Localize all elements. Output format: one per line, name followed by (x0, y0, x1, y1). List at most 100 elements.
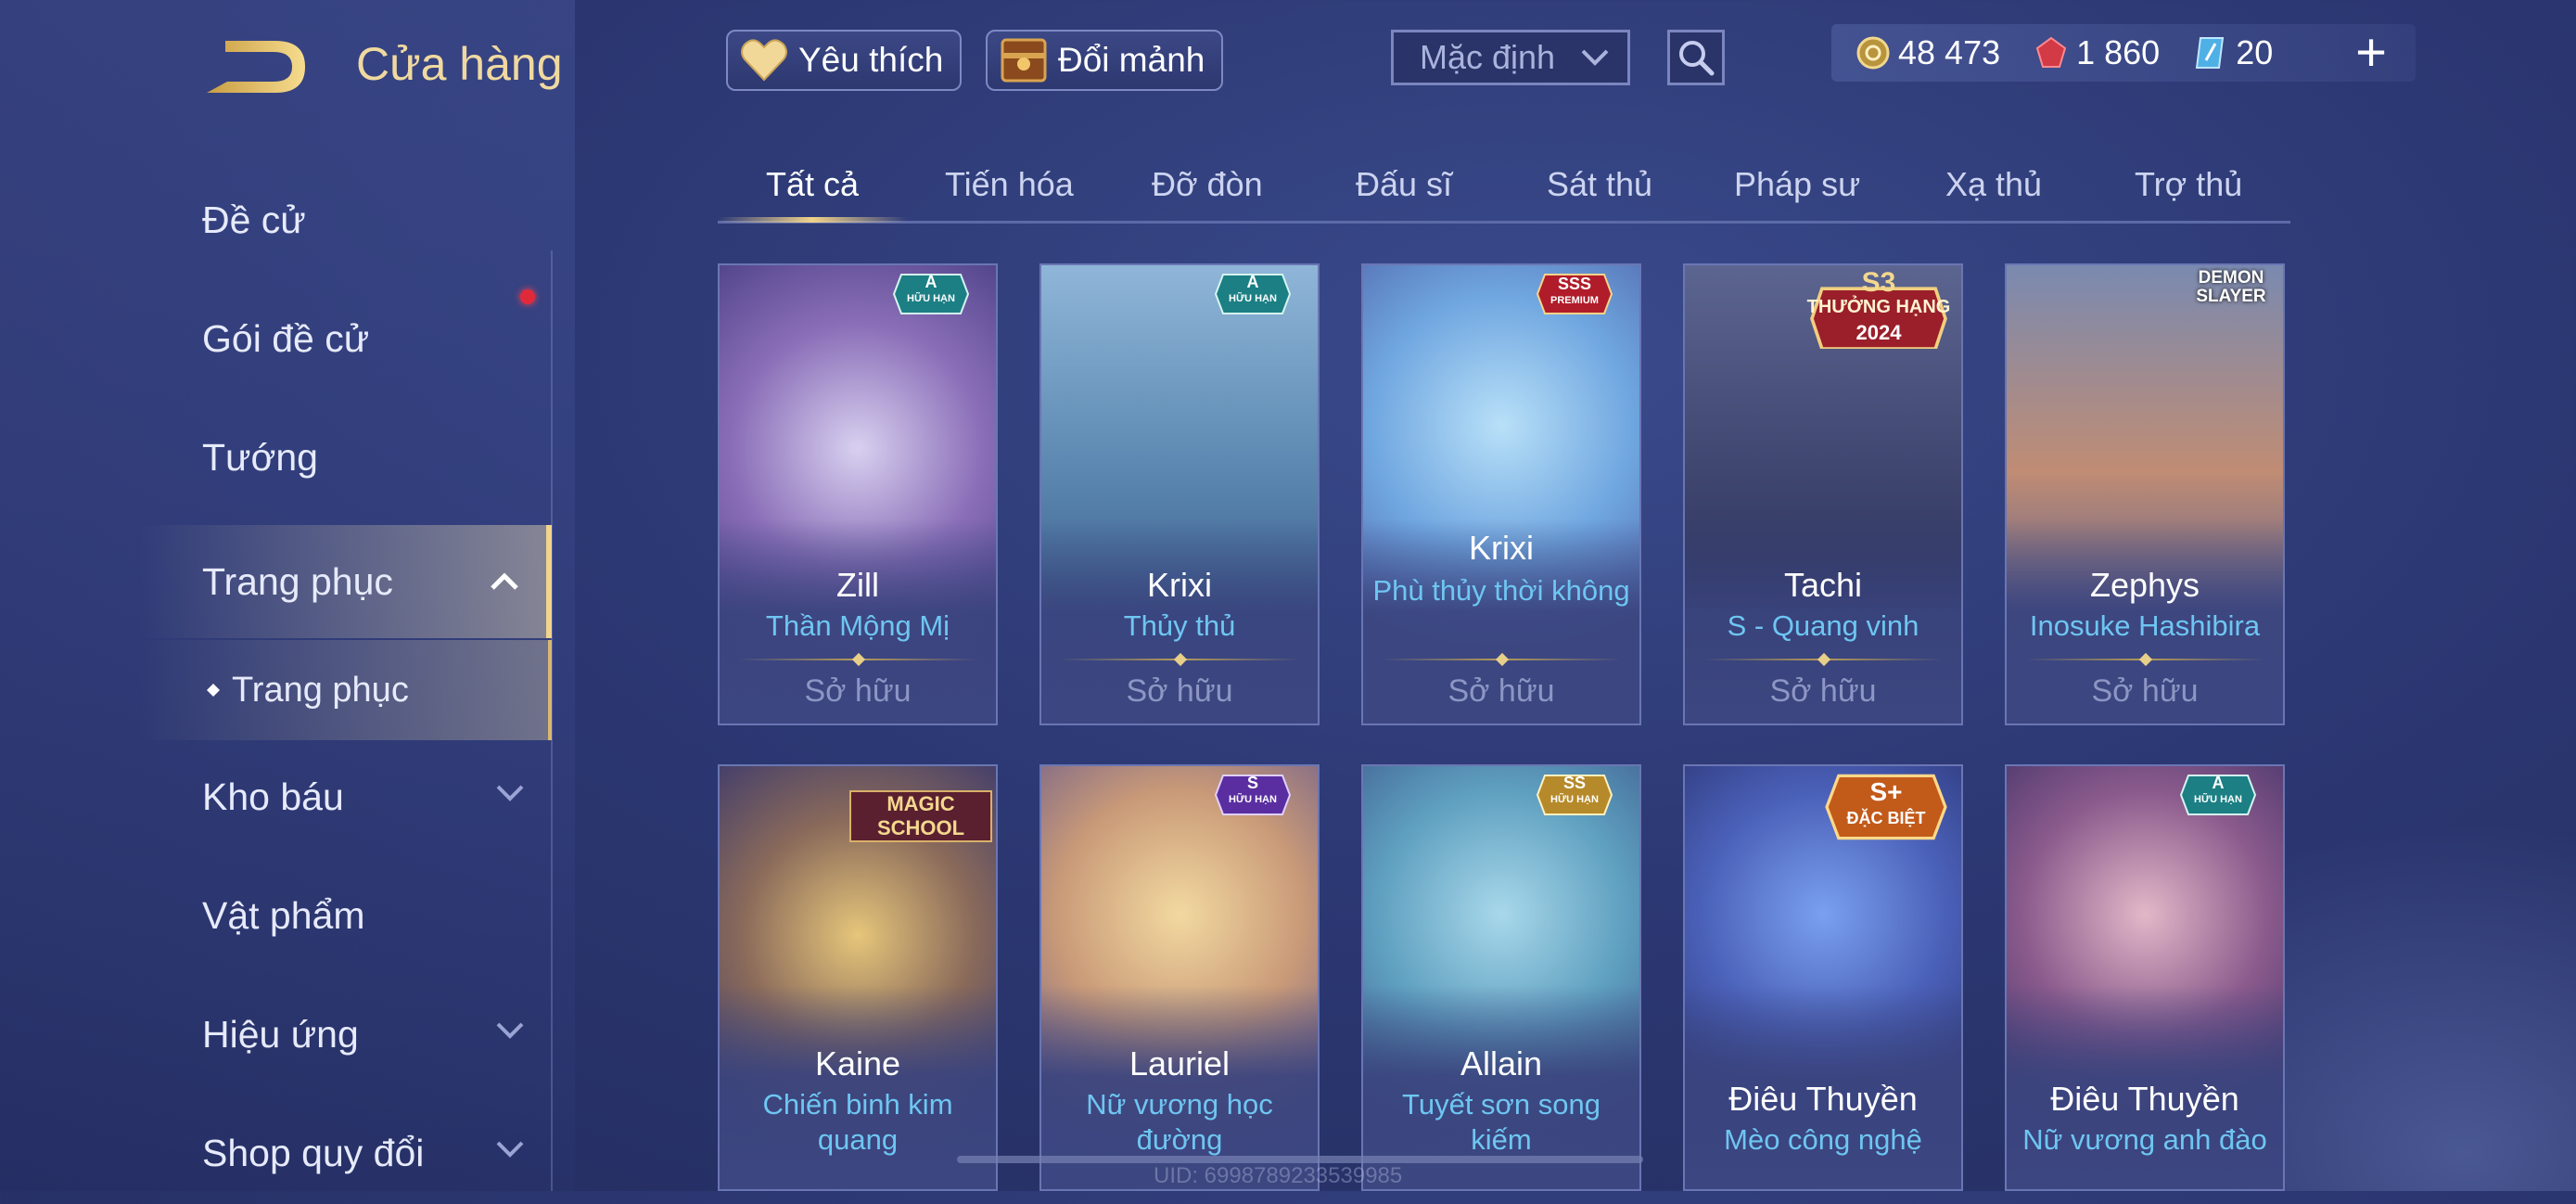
currency-bar: 48 473 1 860 20 (1831, 24, 2416, 82)
hero-name: Krixi (1147, 566, 1212, 604)
tab-tank[interactable]: Đỡ đòn (1152, 165, 1263, 204)
gem-amount: 1 860 (2076, 33, 2161, 71)
skin-card[interactable]: MAGIC SCHOOL Kaine Chiến binh kim quang (718, 764, 998, 1191)
exchange-shards-button[interactable]: Đổi mảnh (986, 30, 1224, 91)
chevron-down-icon (1581, 49, 1609, 66)
favorite-label: Yêu thích (798, 41, 944, 79)
heart-icon (741, 39, 787, 82)
hero-name: Zephys (2089, 566, 2200, 604)
search-button[interactable] (1667, 30, 1725, 85)
sidebar-item-label: Vật phẩm (202, 893, 365, 937)
skin-card[interactable]: A HỮU HẠN Zill Thần Mộng Mị Sở hữu (718, 263, 998, 725)
hero-name: Allain (1460, 1044, 1543, 1082)
gold-amount: 48 473 (1898, 33, 2001, 71)
badge-logo: MAGIC SCHOOL (849, 790, 992, 842)
badge-sub: PREMIUM (1550, 295, 1599, 306)
skin-name: Thủy thủ (1123, 609, 1236, 642)
voucher-icon (2196, 37, 2225, 69)
sidebar-item-label: Hiệu ứng (202, 1012, 359, 1056)
sidebar-item-label: Gói đề cử (202, 316, 370, 360)
chevron-up-icon (491, 572, 518, 590)
sidebar-item-label: Shop quy đổi (202, 1131, 425, 1174)
sidebar-item-effects[interactable]: Hiệu ứng (139, 983, 552, 1085)
badge-sub: HỮU HẠN (2194, 794, 2242, 805)
skin-name: Tuyết sơn song kiếm (1402, 1088, 1600, 1156)
hero-name: Tachi (1783, 566, 1863, 604)
skin-card[interactable]: S+ ĐẶC BIỆT Điêu Thuyền Mèo công nghệ (1683, 764, 1963, 1191)
skin-card[interactable]: A HỮU HẠN Điêu Thuyền Nữ vương anh đào (2005, 764, 2285, 1191)
sidebar-item-label: Tướng (202, 435, 318, 479)
owned-status: Sở hữu (1769, 673, 1877, 709)
skin-card[interactable]: S3 THƯỞNG HẠNG 2024 Tachi S - Quang vinh… (1683, 263, 1963, 725)
chevron-down-icon (496, 1022, 524, 1039)
sidebar-item-items[interactable]: Vật phẩm (139, 865, 552, 967)
voucher-currency: 20 (2193, 33, 2273, 72)
skin-card[interactable]: DEMON SLAYER Zephys Inosuke Hashibira Sở… (2005, 263, 2285, 725)
sidebar-item-label: Trang phục (202, 559, 393, 603)
role-tabs: Tất cả Tiến hóa Đỡ đòn Đấu sĩ Sát thủ Ph… (718, 148, 2290, 224)
badge-sub: HỮU HẠN (907, 293, 955, 304)
skin-card[interactable]: SS HỮU HẠN Allain Tuyết sơn song kiếm (1361, 764, 1641, 1191)
sort-dropdown[interactable]: Mặc định (1391, 30, 1630, 85)
voucher-amount: 20 (2236, 33, 2274, 71)
skin-name: Phù thủy thời không (1372, 574, 1630, 607)
sidebar-item-exchange-shop[interactable]: Shop quy đổi (139, 1102, 552, 1204)
hero-name: Zill (836, 566, 879, 604)
sidebar-item-label: Trang phục (232, 670, 409, 710)
skin-name: Mèo công nghệ (1724, 1123, 1922, 1156)
gold-currency: 48 473 (1855, 33, 2000, 72)
skin-name: S - Quang vinh (1727, 609, 1919, 642)
sidebar-item-treasure[interactable]: Kho báu (139, 746, 552, 848)
badge-year: 2024 (1855, 321, 1902, 344)
tab-evolution[interactable]: Tiến hóa (945, 165, 1074, 204)
skin-name: Nữ vương học đường (1086, 1088, 1273, 1156)
hero-name: Điêu Thuyền (1728, 1080, 1918, 1118)
back-arrow-icon (207, 41, 305, 93)
skin-card[interactable]: A HỮU HẠN Krixi Thủy thủ Sở hữu (1039, 263, 1320, 725)
tab-all[interactable]: Tất cả (766, 165, 859, 204)
sidebar-subitem-skins[interactable]: Trang phục (139, 640, 552, 740)
owned-status: Sở hữu (1126, 673, 1233, 709)
back-button[interactable] (199, 35, 311, 100)
tab-support[interactable]: Trợ thủ (2135, 165, 2242, 204)
gem-currency: 1 860 (2034, 33, 2160, 72)
skin-card[interactable]: SSS PREMIUM Krixi Phù thủy thời không Sở… (1361, 263, 1641, 725)
tab-assassin[interactable]: Sát thủ (1547, 165, 1652, 204)
gold-coin-icon (1856, 36, 1890, 70)
tab-fighter[interactable]: Đấu sĩ (1356, 165, 1452, 204)
badge-sub: ĐẶC BIỆT (1846, 809, 1926, 827)
sidebar-item-label: Kho báu (202, 775, 344, 818)
sidebar-item-recommended[interactable]: Đề cử (139, 169, 552, 271)
badge-sub: HỮU HẠN (1229, 794, 1277, 805)
diamond-bullet-icon (207, 684, 220, 697)
sidebar-item-label: Đề cử (202, 198, 306, 241)
page-title: Cửa hàng (356, 38, 563, 90)
skin-name: Inosuke Hashibira (2029, 609, 2261, 642)
badge-rank: A (2212, 774, 2225, 792)
badge-rank: A (1246, 273, 1259, 291)
sidebar-item-heroes[interactable]: Tướng (139, 406, 552, 508)
exchange-label: Đổi mảnh (1058, 41, 1205, 79)
sidebar-item-recommended-packs[interactable]: Gói đề cử (139, 288, 552, 390)
sidebar-item-skins[interactable]: Trang phục (139, 525, 552, 638)
user-id: UID: 6998789233539985 (1154, 1163, 1403, 1188)
chevron-down-icon (496, 785, 524, 801)
skin-card[interactable]: S HỮU HẠN Lauriel Nữ vương học đường (1039, 764, 1320, 1191)
owned-status: Sở hữu (2091, 673, 2199, 709)
owned-status: Sở hữu (1447, 673, 1555, 709)
sort-selected-value: Mặc định (1420, 38, 1556, 76)
badge-rank: S3 (1861, 267, 1896, 298)
badge-rank: SSS (1557, 275, 1592, 293)
tab-mage[interactable]: Pháp sư (1734, 165, 1860, 204)
hero-name: Krixi (1469, 529, 1534, 567)
add-currency-button[interactable]: + (2351, 26, 2391, 80)
home-indicator (957, 1156, 1643, 1163)
favorite-button[interactable]: Yêu thích (726, 30, 963, 91)
chevron-down-icon (496, 1141, 524, 1158)
chest-icon (1001, 38, 1047, 83)
red-gem-icon (2035, 36, 2067, 68)
badge-sub: HỮU HẠN (1550, 794, 1599, 805)
skin-name: Chiến binh kim quang (762, 1088, 953, 1156)
tab-marksman[interactable]: Xạ thủ (1945, 165, 2042, 204)
skin-name: Nữ vương anh đào (2022, 1123, 2267, 1156)
